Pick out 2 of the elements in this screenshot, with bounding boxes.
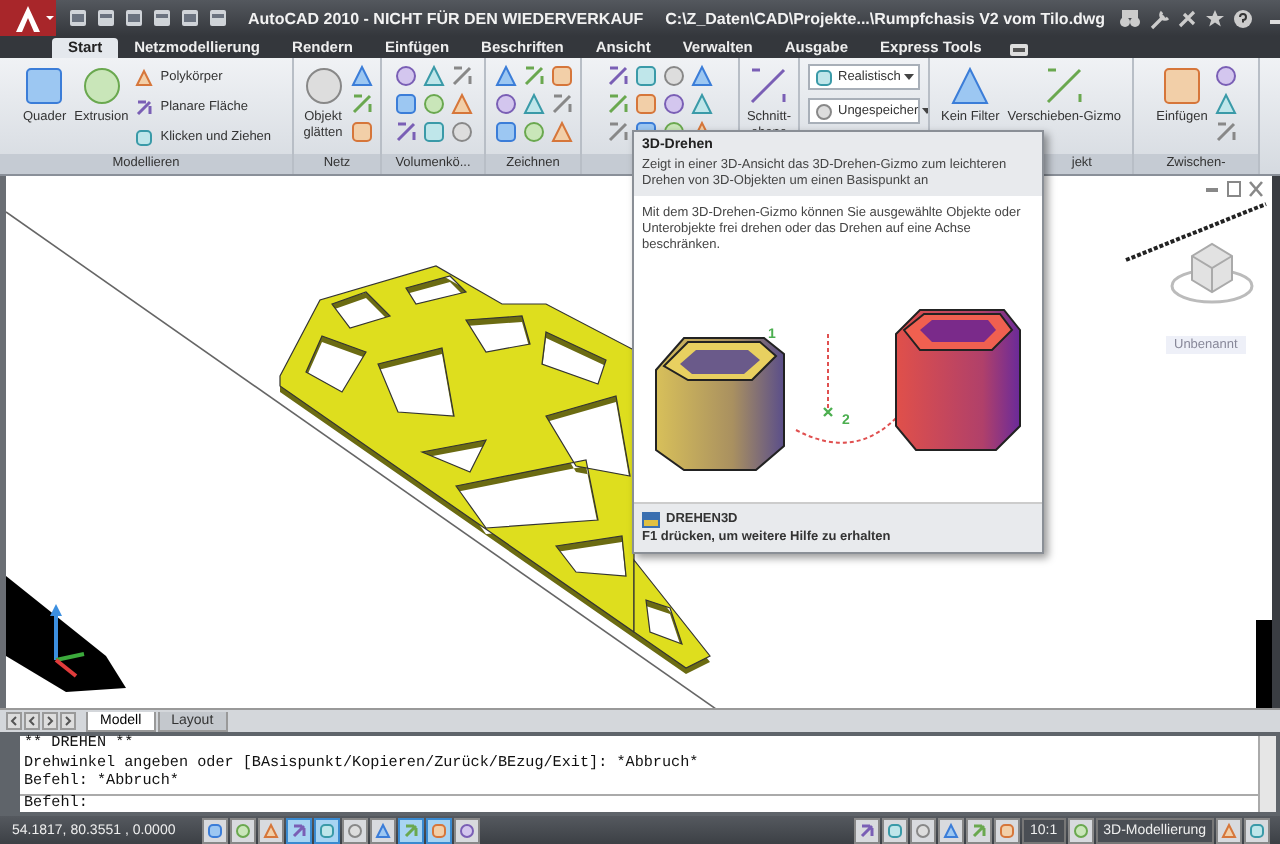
window-title: AutoCAD 2010 - NICHT FÜR DEN WIEDERVERKAUF	[248, 9, 644, 27]
file-path: C:\Z_Daten\CAD\Projekte...\Rumpfchasis V2 vom Tilo.dwg	[665, 9, 1106, 27]
